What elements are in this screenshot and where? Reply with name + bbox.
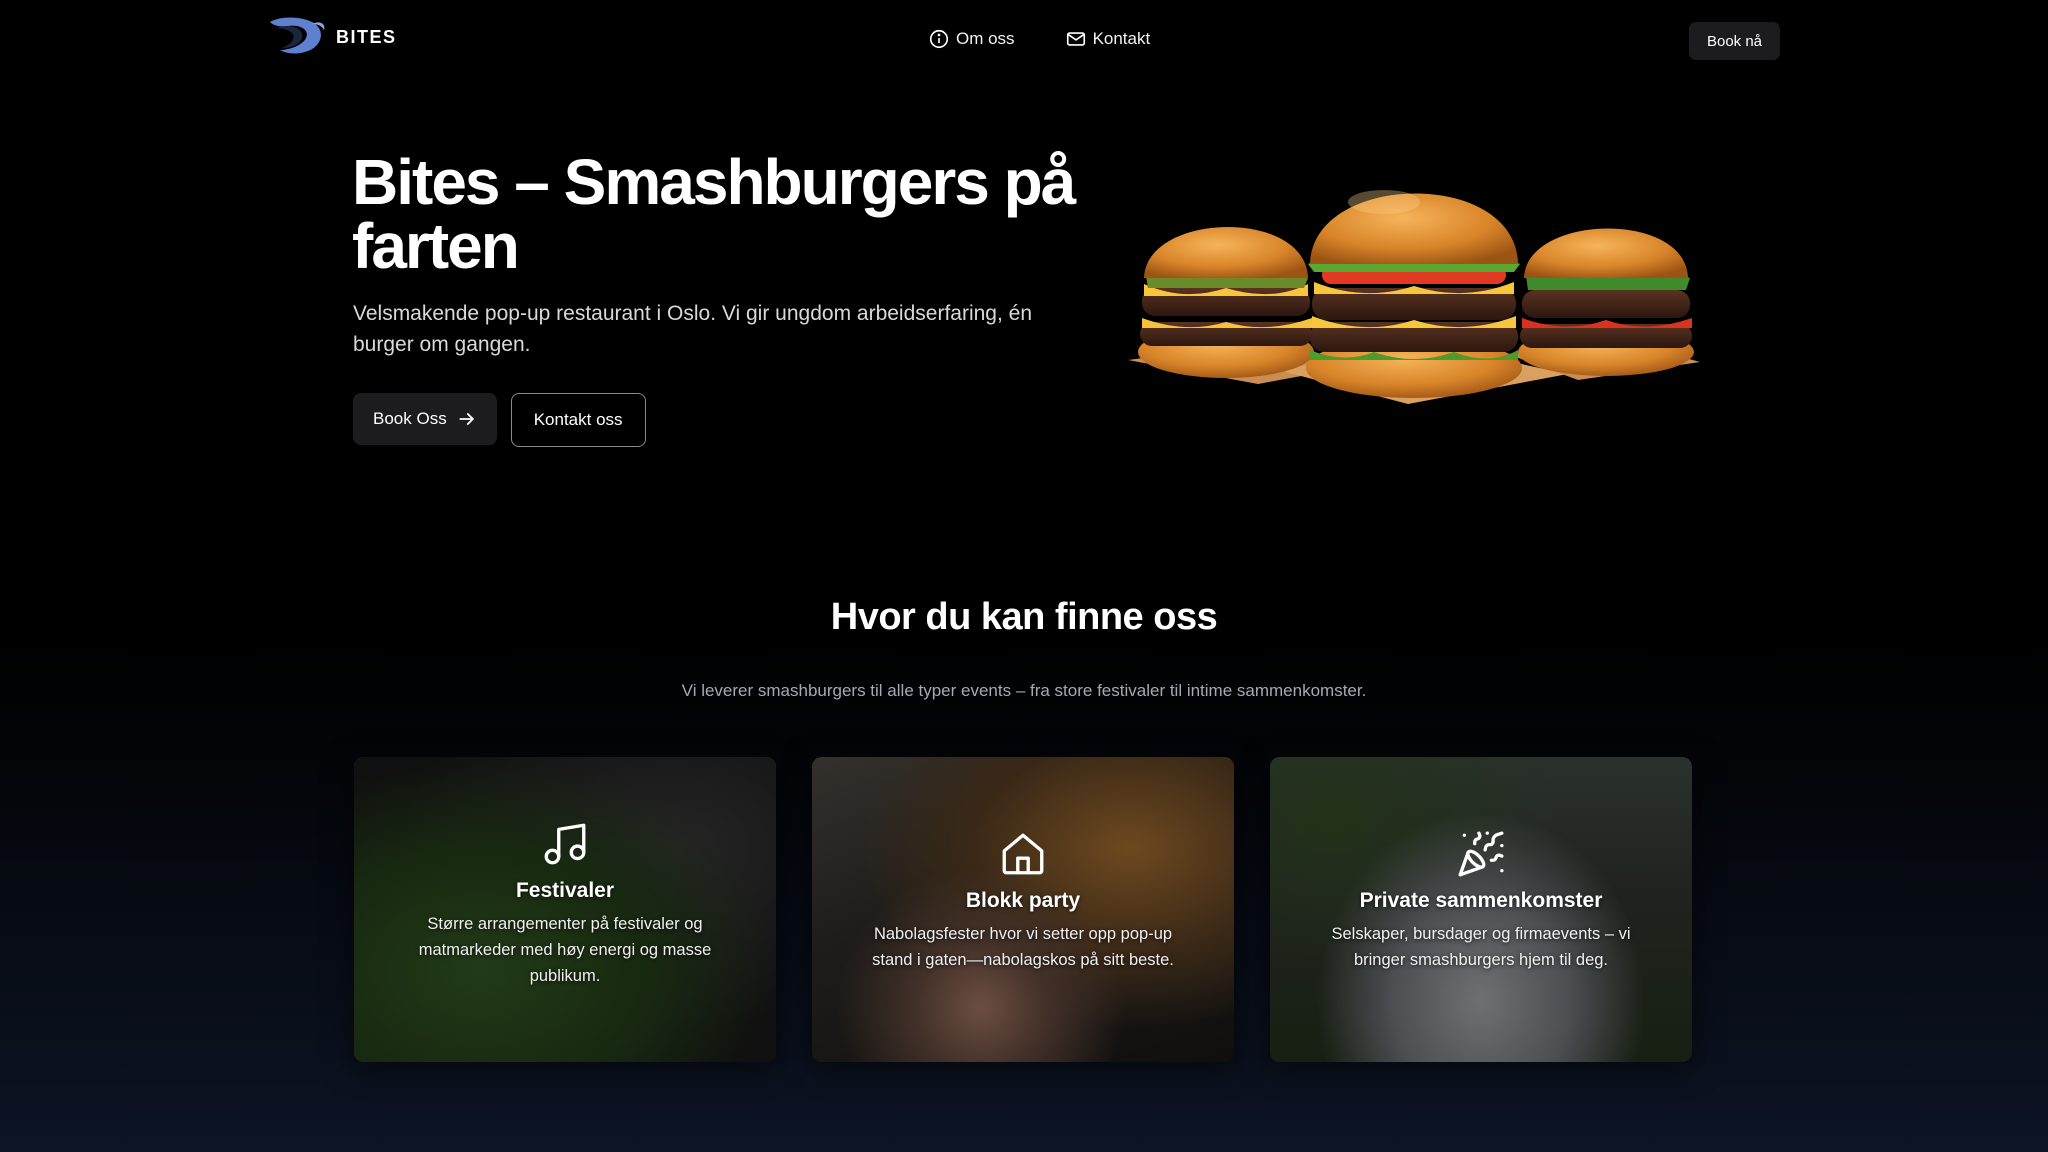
card-private-gatherings-title: Private sammenkomster <box>1359 889 1603 912</box>
card-block-party-title: Blokk party <box>965 889 1081 912</box>
party-popper-icon <box>1458 831 1504 877</box>
book-us-button[interactable]: Book Oss <box>353 393 497 445</box>
card-festivals-title: Festivaler <box>515 879 615 902</box>
card-festivals-description: Større arrangementer på festivaler og ma… <box>418 915 712 985</box>
nav-link-about-label: Om oss <box>956 29 1015 48</box>
fish-swoosh-icon <box>270 17 325 54</box>
brand-name: BITES <box>336 26 397 47</box>
section-subtitle: Vi leverer smashburgers til alle typer e… <box>681 681 1367 700</box>
hero-subtitle: Velsmakende pop-up restaurant i Oslo. Vi… <box>353 302 1033 356</box>
nav-link-contact-label: Kontakt <box>1092 29 1151 48</box>
brand-logo[interactable]: BITES <box>266 14 397 60</box>
house-icon <box>1002 833 1044 875</box>
top-navigation: BITES Om oss Kontakt Book nå <box>0 0 2048 82</box>
arrow-right-icon <box>459 413 474 425</box>
nav-link-contact[interactable]: Kontakt <box>1065 28 1151 50</box>
nav-links: Om oss Kontakt <box>928 28 1150 50</box>
event-cards: Festivaler Større arrangementer på festi… <box>354 757 1692 1062</box>
card-block-party[interactable]: Blokk party Nabolagsfester hvor vi sette… <box>812 757 1234 1062</box>
card-private-gatherings[interactable]: Private sammenkomster Selskaper, bursdag… <box>1270 757 1692 1062</box>
card-festivals[interactable]: Festivaler Større arrangementer på festi… <box>354 757 776 1062</box>
section-title: Hvor du kan finne oss <box>830 596 1218 638</box>
contact-us-button[interactable]: Kontakt oss <box>510 393 646 447</box>
card-private-gatherings-description: Selskaper, bursdager og firmaevents – vi… <box>1331 925 1631 969</box>
mail-icon <box>1066 32 1085 46</box>
book-now-button[interactable]: Book nå <box>1689 22 1780 60</box>
hero-title: Bites – Smashburgers på farten <box>352 146 1076 282</box>
three-smashburgers-image <box>1128 190 1700 404</box>
hero-buttons: Book Oss Kontakt oss <box>353 393 646 447</box>
music-note-icon <box>544 823 586 865</box>
info-circle-icon <box>929 29 949 49</box>
nav-link-about[interactable]: Om oss <box>928 28 1015 50</box>
book-us-label: Book Oss <box>373 409 447 428</box>
card-block-party-description: Nabolagsfester hvor vi setter opp pop-up… <box>872 925 1174 969</box>
